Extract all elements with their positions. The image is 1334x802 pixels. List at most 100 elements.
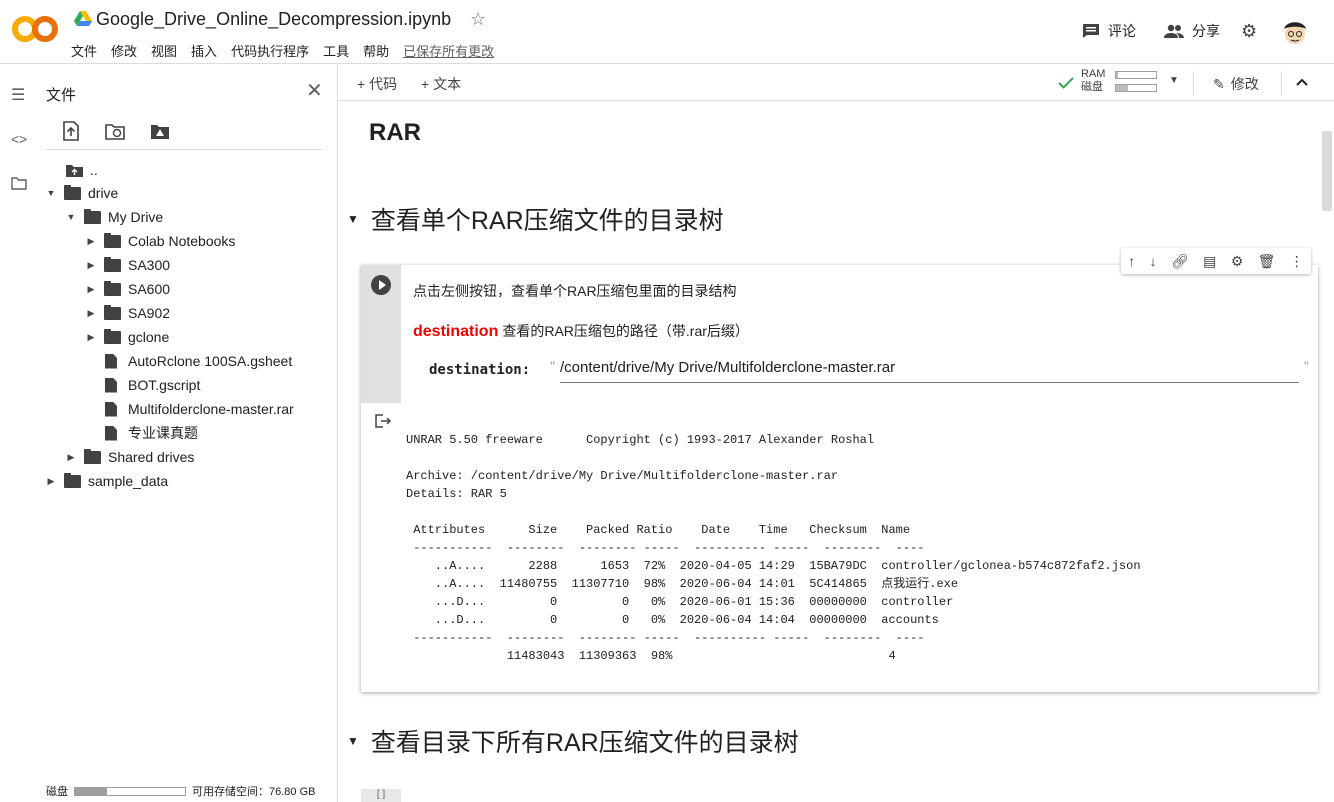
tree-label: Shared drives (108, 449, 195, 465)
section-heading-all[interactable]: ▼ 查看目录下所有RAR压缩文件的目录树 (347, 723, 799, 759)
storage-free: 可用存储空间：76.80 GB (192, 786, 316, 798)
star-icon[interactable]: ☆ (470, 9, 486, 30)
tree-item-sample-data[interactable]: ▶ sample_data (44, 471, 168, 491)
arrow-up-icon[interactable]: ↑ (1128, 253, 1135, 269)
scrollbar[interactable] (1322, 131, 1332, 211)
menu-runtime[interactable]: 代码执行程序 (231, 41, 309, 60)
link-icon[interactable]: 🔗︎ (1171, 253, 1189, 270)
storage-fill (75, 787, 107, 795)
tree-label: AutoRclone 100SA.gsheet (128, 353, 293, 369)
refresh-folder-icon[interactable] (104, 120, 126, 142)
add-code-button[interactable]: + 代码 (357, 74, 397, 94)
tree-item-gclone[interactable]: ▶ gclone (84, 327, 169, 347)
param-keyword: destination (413, 323, 499, 340)
resources-indicator[interactable]: RAM 磁盘 (1081, 68, 1105, 94)
share-label: 分享 (1192, 23, 1220, 39)
header-bar: Google_Drive_Online_Decompression.ipynb … (0, 0, 1334, 64)
tree-item-sa300[interactable]: ▶ SA300 (84, 255, 170, 275)
code-snippets-icon[interactable]: <> (11, 131, 27, 147)
chevron-right-icon[interactable]: ▶ (44, 476, 58, 487)
section-title: 查看单个RAR压缩文件的目录树 (370, 207, 724, 235)
output-row: ...D... 0 0 0% 2020-06-04 14:04 00000000… (406, 613, 939, 627)
chevron-right-icon[interactable]: ▶ (84, 284, 98, 295)
output-icon[interactable] (375, 414, 392, 431)
menu-edit[interactable]: 修改 (111, 41, 137, 60)
output-separator: ----------- -------- -------- ----- ----… (406, 631, 925, 645)
chevron-right-icon[interactable]: ▶ (84, 260, 98, 271)
disk-label: 磁盘 (1081, 81, 1103, 93)
comment-button[interactable]: 评论 (1082, 21, 1136, 41)
comment-icon[interactable]: ▤ (1203, 253, 1216, 270)
share-button[interactable]: 分享 (1164, 21, 1220, 41)
output-separator: ----------- -------- -------- ----- ----… (406, 541, 925, 555)
tree-item-drive[interactable]: ▼ drive (44, 183, 118, 203)
delete-icon[interactable]: 🗑︎ (1258, 253, 1276, 270)
folder-icon (104, 256, 121, 272)
file-icon (105, 377, 117, 393)
close-icon[interactable]: ✕ (306, 78, 323, 103)
settings-icon[interactable]: ⚙ (1241, 21, 1257, 42)
destination-input[interactable]: /content/drive/My Drive/Multifolderclone… (560, 359, 1299, 383)
section-heading-single[interactable]: ▼ 查看单个RAR压缩文件的目录树 (347, 201, 724, 237)
tree-item-sa600[interactable]: ▶ SA600 (84, 279, 170, 299)
collapse-caret-icon[interactable]: ▼ (347, 734, 359, 748)
next-cell-run-button[interactable]: [ ] (361, 789, 401, 802)
chevron-right-icon[interactable]: ▶ (84, 332, 98, 343)
folder-icon (64, 472, 81, 488)
menu-bar: 文件 修改 视图 插入 代码执行程序 工具 帮助 已保存所有更改 (71, 41, 508, 60)
mount-drive-icon[interactable] (149, 120, 171, 142)
menu-file[interactable]: 文件 (71, 41, 97, 60)
check-icon (1058, 77, 1074, 89)
run-cell-button[interactable] (371, 275, 391, 295)
toc-icon[interactable]: ☰ (11, 85, 25, 105)
tree-item-file[interactable]: Multifolderclone-master.rar (102, 399, 294, 419)
files-folder-icon[interactable] (11, 177, 27, 195)
output-table-header: Attributes Size Packed Ratio Date Time C… (406, 523, 911, 537)
tree-item-file[interactable]: 专业课真题 (102, 423, 198, 443)
collapse-caret-icon[interactable]: ▼ (347, 212, 359, 226)
notebook-content: RAR ▼ 查看单个RAR压缩文件的目录树 ↑ ↓ 🔗︎ ▤ ⚙ 🗑︎ ⋮ 点击… (339, 101, 1334, 802)
tree-item-my-drive[interactable]: ▼ My Drive (64, 207, 163, 227)
code-cell[interactable]: ↑ ↓ 🔗︎ ▤ ⚙ 🗑︎ ⋮ 点击左侧按钮，查看单个RAR压缩包里面的目录结构… (361, 248, 1318, 692)
chevron-down-icon[interactable]: ▼ (64, 212, 78, 222)
tree-label: My Drive (108, 209, 164, 225)
dropdown-arrow-icon[interactable]: ▼ (1169, 75, 1179, 86)
chevron-right-icon[interactable]: ▶ (84, 308, 98, 319)
add-text-button[interactable]: + 文本 (421, 74, 461, 94)
tree-item-colab-notebooks[interactable]: ▶ Colab Notebooks (84, 231, 235, 251)
tree-item-shared-drives[interactable]: ▶ Shared drives (64, 447, 194, 467)
cell-toolbar: ↑ ↓ 🔗︎ ▤ ⚙ 🗑︎ ⋮ (1121, 248, 1311, 274)
tree-item-parent[interactable]: .. (66, 160, 98, 180)
output-row: ..A.... 11480755 11307710 98% 2020-06-04… (406, 577, 959, 591)
more-vert-icon[interactable]: ⋮ (1290, 253, 1304, 270)
file-icon (105, 353, 117, 369)
quote-open: " (550, 358, 555, 374)
folder-up-icon (66, 164, 83, 177)
avatar[interactable] (1280, 17, 1310, 47)
arrow-down-icon[interactable]: ↓ (1150, 253, 1157, 269)
menu-insert[interactable]: 插入 (191, 41, 217, 60)
upload-icon[interactable] (60, 120, 82, 142)
tree-item-sa902[interactable]: ▶ SA902 (84, 303, 170, 323)
edit-button[interactable]: ✎ 修改 (1213, 74, 1259, 94)
divider (1193, 71, 1194, 95)
param-desc-text: 查看的RAR压缩包的路径（带.rar后缀） (502, 323, 749, 339)
chevron-up-icon[interactable] (1296, 78, 1308, 86)
ram-label: RAM (1081, 68, 1106, 80)
menu-help[interactable]: 帮助 (363, 41, 389, 60)
chevron-right-icon[interactable]: ▶ (84, 236, 98, 247)
menu-tools[interactable]: 工具 (323, 41, 349, 60)
menu-view[interactable]: 视图 (151, 41, 177, 60)
colab-logo-icon[interactable] (12, 14, 58, 44)
gear-icon[interactable]: ⚙ (1231, 253, 1244, 270)
save-status-link[interactable]: 已保存所有更改 (403, 41, 494, 60)
tree-item-file[interactable]: BOT.gscript (102, 375, 200, 395)
chevron-down-icon[interactable]: ▼ (44, 188, 58, 198)
notebook-title[interactable]: Google_Drive_Online_Decompression.ipynb (96, 9, 451, 30)
cell-output: UNRAR 5.50 freeware Copyright (c) 1993-2… (406, 431, 1141, 665)
tree-item-file[interactable]: AutoRclone 100SA.gsheet (102, 351, 292, 371)
folder-icon (104, 304, 121, 320)
quote-close: " (1304, 358, 1309, 374)
chevron-right-icon[interactable]: ▶ (64, 452, 78, 463)
disk-meter (1115, 84, 1157, 92)
